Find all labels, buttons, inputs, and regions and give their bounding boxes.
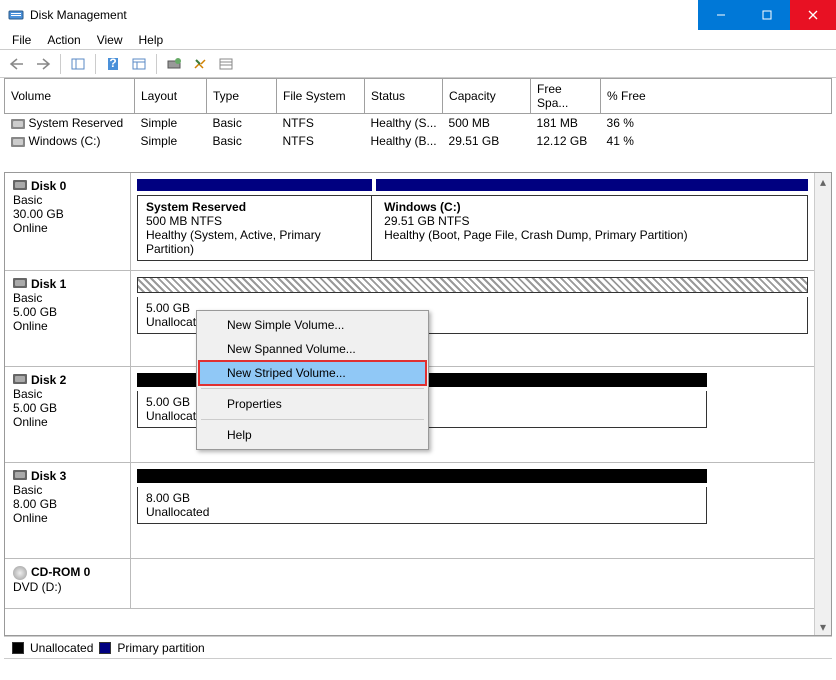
partition[interactable]: Windows (C:) 29.51 GB NTFS Healthy (Boot…: [376, 196, 807, 260]
partition-bar: [376, 179, 808, 191]
disk-icon: [13, 374, 27, 384]
col-status[interactable]: Status: [365, 79, 443, 114]
disk-row[interactable]: CD-ROM 0 DVD (D:): [5, 559, 814, 609]
menu-new-spanned-volume[interactable]: New Spanned Volume...: [199, 337, 426, 361]
minimize-button[interactable]: [698, 0, 744, 30]
col-volume[interactable]: Volume: [5, 79, 135, 114]
drive-icon: [11, 137, 25, 147]
volume-row[interactable]: System Reserved Simple Basic NTFS Health…: [5, 114, 832, 133]
separator: [95, 54, 96, 74]
help-button[interactable]: ?: [102, 53, 124, 75]
context-menu: New Simple Volume... New Spanned Volume.…: [196, 310, 429, 450]
col-free[interactable]: Free Spa...: [531, 79, 601, 114]
legend-swatch-unallocated: [12, 642, 24, 654]
menu-action[interactable]: Action: [39, 31, 88, 49]
svg-text:?: ?: [109, 57, 116, 70]
disk-row[interactable]: Disk 0 Basic 30.00 GB Online System Rese…: [5, 173, 814, 271]
partition-unallocated[interactable]: 8.00 GB Unallocated: [138, 487, 706, 523]
disk-row[interactable]: Disk 3 Basic 8.00 GB Online 8.00 GB Unal…: [5, 463, 814, 559]
volume-table: Volume Layout Type File System Status Ca…: [4, 78, 832, 150]
show-hide-button[interactable]: [67, 53, 89, 75]
titlebar: Disk Management: [0, 0, 836, 30]
toolbar: ?: [0, 50, 836, 78]
close-button[interactable]: [790, 0, 836, 30]
cdrom-icon: [13, 566, 27, 580]
app-icon: [8, 7, 24, 23]
partition-bar: [137, 179, 372, 191]
partition-bar: [137, 277, 808, 293]
menu-new-striped-volume[interactable]: New Striped Volume...: [198, 360, 427, 386]
window-title: Disk Management: [30, 8, 698, 22]
statusbar: [4, 658, 832, 680]
menu-view[interactable]: View: [89, 31, 131, 49]
menu-help[interactable]: Help: [199, 423, 426, 447]
vertical-scrollbar[interactable]: ▴ ▾: [814, 173, 831, 635]
partition-bar: [137, 469, 707, 483]
col-fs[interactable]: File System: [277, 79, 365, 114]
col-capacity[interactable]: Capacity: [443, 79, 531, 114]
col-pct[interactable]: % Free: [601, 79, 832, 114]
separator: [201, 419, 424, 420]
scroll-down-icon[interactable]: ▾: [815, 618, 831, 635]
scroll-up-icon[interactable]: ▴: [815, 173, 831, 190]
menu-help[interactable]: Help: [131, 31, 172, 49]
legend: Unallocated Primary partition: [4, 636, 832, 658]
forward-button[interactable]: [32, 53, 54, 75]
partition[interactable]: System Reserved 500 MB NTFS Healthy (Sys…: [138, 196, 372, 260]
separator: [60, 54, 61, 74]
disk-icon: [13, 470, 27, 480]
separator: [201, 388, 424, 389]
maximize-button[interactable]: [744, 0, 790, 30]
volume-row[interactable]: Windows (C:) Simple Basic NTFS Healthy (…: [5, 132, 832, 150]
legend-swatch-primary: [99, 642, 111, 654]
menubar: File Action View Help: [0, 30, 836, 50]
col-layout[interactable]: Layout: [135, 79, 207, 114]
legend-label: Primary partition: [117, 641, 204, 655]
disk-icon: [13, 180, 27, 190]
drive-icon: [11, 119, 25, 129]
menu-file[interactable]: File: [4, 31, 39, 49]
action-button[interactable]: [189, 53, 211, 75]
legend-label: Unallocated: [30, 641, 93, 655]
refresh-button[interactable]: [163, 53, 185, 75]
separator: [156, 54, 157, 74]
settings-button[interactable]: [128, 53, 150, 75]
back-button[interactable]: [6, 53, 28, 75]
disk-icon: [13, 278, 27, 288]
list-button[interactable]: [215, 53, 237, 75]
menu-properties[interactable]: Properties: [199, 392, 426, 416]
col-type[interactable]: Type: [207, 79, 277, 114]
menu-new-simple-volume[interactable]: New Simple Volume...: [199, 313, 426, 337]
